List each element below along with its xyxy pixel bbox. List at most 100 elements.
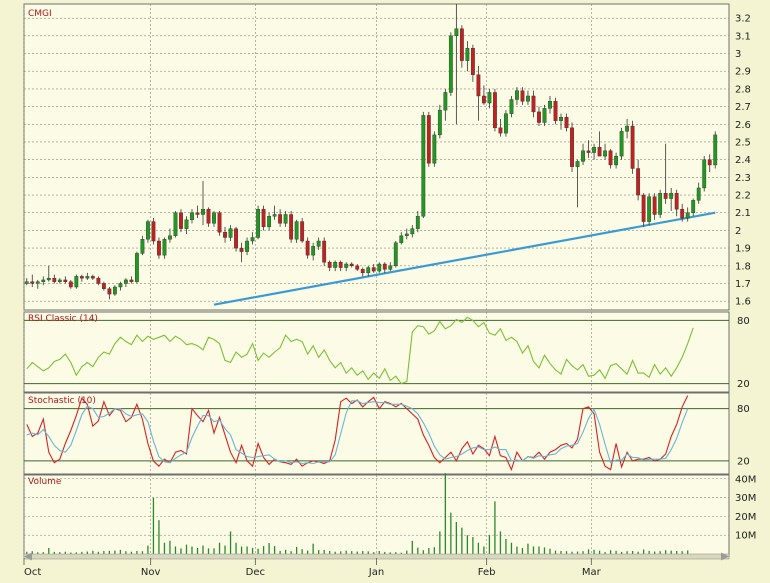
- candle-body: [46, 277, 51, 281]
- candle: [322, 237, 327, 266]
- candle-body: [448, 35, 453, 93]
- candle-body: [123, 279, 128, 284]
- candle-body: [311, 246, 316, 256]
- candle-body: [707, 159, 712, 166]
- candle: [421, 111, 426, 219]
- candle-body: [619, 131, 624, 157]
- candle: [504, 110, 508, 137]
- candle-body: [520, 90, 525, 102]
- candle-body: [272, 214, 277, 217]
- candle-body: [426, 115, 431, 164]
- y-tick-label: 1.7: [735, 279, 751, 290]
- candle-body: [443, 92, 448, 111]
- candle-body: [52, 277, 57, 282]
- y-tick-label: 2.9: [735, 67, 751, 78]
- candle-body: [415, 216, 420, 229]
- candle-body: [360, 269, 365, 274]
- candle-body: [135, 253, 139, 282]
- x-tick-label: Dec: [246, 567, 265, 578]
- candle-body: [652, 196, 657, 215]
- candle-body: [366, 267, 371, 274]
- candle-body: [118, 283, 123, 288]
- candle-body: [168, 235, 172, 240]
- candle-body: [206, 208, 211, 224]
- candle-body: [305, 240, 310, 256]
- candle-body: [338, 262, 343, 268]
- y-tick-label: 2.4: [735, 155, 751, 166]
- candle-body: [184, 219, 189, 229]
- candle-body: [371, 267, 376, 272]
- y-tick-label: 30M: [735, 493, 756, 504]
- candle-body: [526, 95, 530, 102]
- candle-body: [217, 212, 222, 233]
- candle-body: [267, 216, 272, 228]
- candle: [135, 251, 139, 284]
- candle-body: [674, 193, 679, 210]
- candle-body: [212, 212, 216, 224]
- candle: [294, 219, 299, 243]
- candle: [261, 205, 266, 231]
- y-tick-label: 1.8: [735, 261, 751, 272]
- candle-body: [283, 214, 288, 224]
- candle-body: [509, 99, 514, 114]
- y-tick-label: 2.2: [735, 191, 751, 202]
- candle-body: [24, 281, 29, 284]
- candle-body: [702, 159, 707, 189]
- candle-body: [531, 95, 536, 113]
- candle-body: [658, 193, 663, 215]
- candle: [217, 210, 222, 236]
- y-tick-label: 20: [737, 379, 750, 390]
- candle-body: [504, 113, 508, 134]
- candle-body: [432, 134, 437, 164]
- candle-body: [647, 196, 652, 222]
- candle-body: [344, 263, 349, 268]
- candle-body: [157, 240, 161, 256]
- candle-body: [393, 242, 398, 266]
- candle-body: [228, 228, 233, 238]
- y-tick-label: 80: [737, 404, 750, 415]
- candle-body: [399, 235, 404, 243]
- candle-body: [636, 168, 641, 196]
- candle-body: [691, 200, 696, 213]
- y-tick-label: 2: [735, 226, 741, 237]
- candle-body: [101, 283, 106, 289]
- candle-body: [90, 276, 95, 279]
- y-tick-label: 20: [737, 456, 750, 467]
- candle: [112, 285, 117, 296]
- candle-body: [41, 279, 46, 282]
- candle-body: [107, 288, 112, 295]
- candle: [553, 97, 558, 125]
- candle-body: [256, 208, 260, 238]
- candle-body: [465, 48, 470, 61]
- candle-body: [57, 279, 62, 282]
- x-tick-label: Feb: [478, 567, 496, 578]
- candle: [658, 189, 663, 219]
- candle-body: [173, 212, 178, 236]
- x-tick-label: Nov: [141, 567, 161, 578]
- candle-body: [597, 147, 602, 157]
- candle-body: [294, 221, 299, 240]
- y-tick-label: 2.8: [735, 84, 751, 95]
- candle: [377, 262, 382, 273]
- y-tick-label: 2.5: [735, 137, 751, 148]
- candle-body: [410, 228, 415, 235]
- stochastic-panel: 20 80 Stochastic (10): [23, 392, 750, 475]
- candle-body: [162, 239, 167, 256]
- candle-body: [85, 276, 90, 279]
- candle-body: [234, 228, 238, 249]
- candle-body: [278, 214, 283, 224]
- candle: [426, 111, 431, 167]
- candle-body: [548, 101, 552, 109]
- candle-body: [404, 233, 409, 236]
- candle: [289, 210, 294, 243]
- candle-body: [74, 276, 79, 288]
- candle: [630, 120, 635, 174]
- candle-body: [614, 155, 618, 166]
- candle-body: [179, 212, 183, 229]
- candle-body: [190, 212, 194, 220]
- candle-body: [542, 108, 547, 123]
- rsi-panel-title: RSI Classic (14): [28, 314, 98, 324]
- candle-body: [333, 262, 338, 268]
- candle-body: [437, 109, 442, 136]
- y-tick-label: 1.9: [735, 244, 751, 255]
